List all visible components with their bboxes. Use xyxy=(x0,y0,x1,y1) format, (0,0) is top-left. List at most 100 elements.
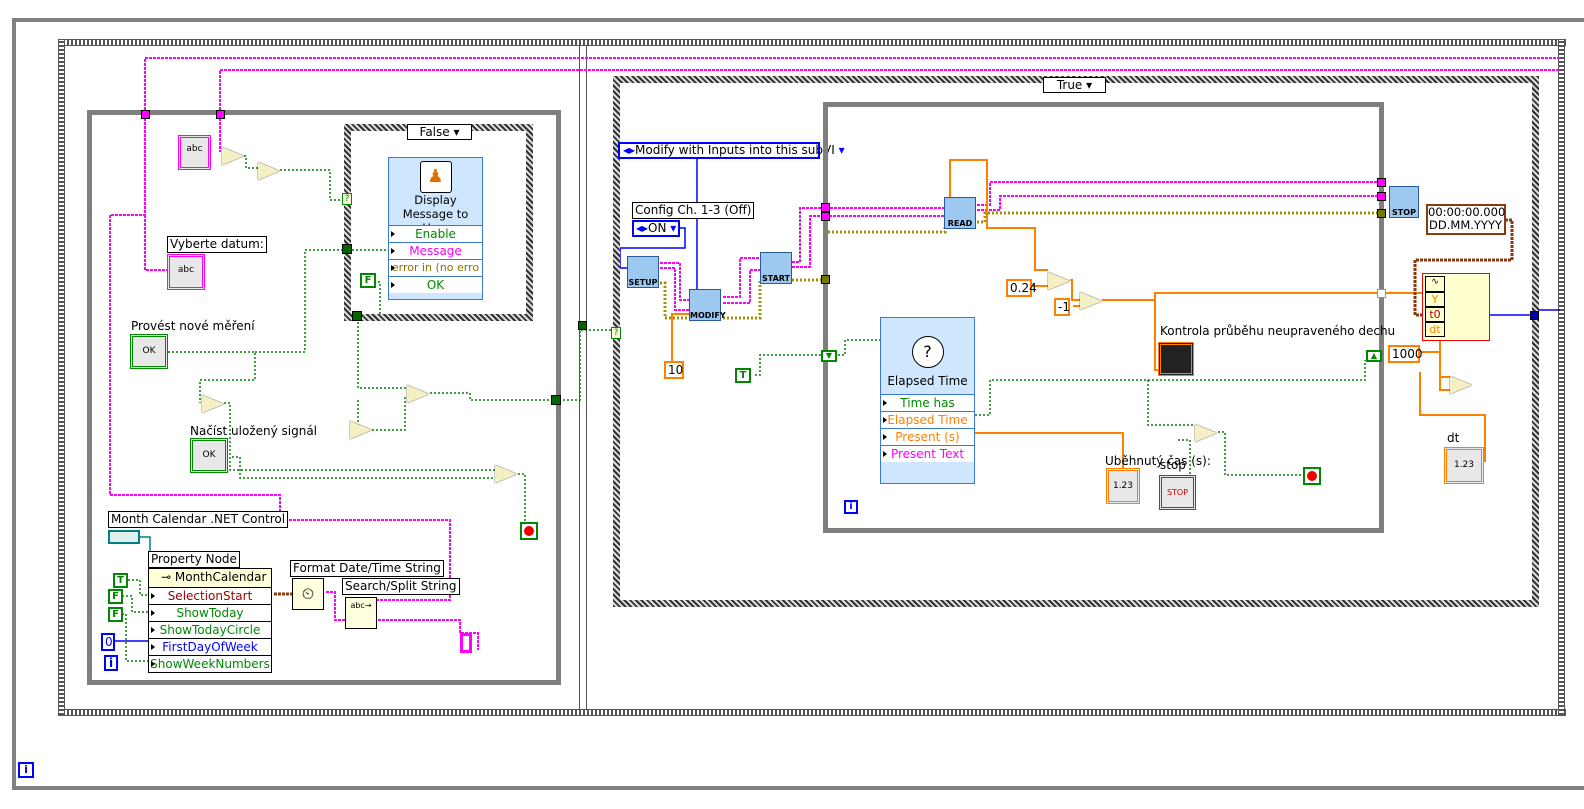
tunnel xyxy=(551,395,561,405)
terminal-message[interactable]: Message xyxy=(389,242,482,259)
enum-value: Modify with Inputs into this subVI xyxy=(635,143,835,157)
tunnel xyxy=(342,244,352,254)
string-indicator-small xyxy=(460,633,472,653)
property-showweeknumbers[interactable]: ShowWeekNumbers xyxy=(149,655,271,672)
and-gate xyxy=(407,385,429,403)
format-date-label: Format Date/Time String xyxy=(290,560,444,577)
search-split-icon[interactable]: abc→ xyxy=(345,597,377,629)
elapsed-time-indicator[interactable]: 1.23 xyxy=(1106,468,1140,504)
tunnel xyxy=(821,212,830,221)
not-gate xyxy=(258,162,280,180)
shift-register-right: ▲ xyxy=(1366,350,1382,362)
start-subvi[interactable]: START xyxy=(760,252,792,284)
multiply xyxy=(1048,272,1070,290)
stop-label: stop xyxy=(1160,458,1186,472)
or-gate xyxy=(202,395,224,413)
dt-label: dt xyxy=(1447,431,1460,445)
property-showtoday[interactable]: ShowToday xyxy=(149,604,271,621)
false-constant[interactable]: F xyxy=(108,607,123,622)
dbl-constant-neg1[interactable]: -1 xyxy=(1054,298,1070,316)
tunnel xyxy=(1530,311,1539,320)
tunnel xyxy=(216,110,225,119)
terminal-error-in[interactable]: error in (no erro xyxy=(389,259,482,276)
true-constant[interactable]: T xyxy=(113,573,128,588)
terminal-enable[interactable]: Enable xyxy=(389,225,482,242)
loop-stop-terminal xyxy=(520,522,538,540)
divide xyxy=(1450,376,1472,394)
tunnel xyxy=(1377,192,1386,201)
integer-constant-10[interactable]: 10 xyxy=(664,361,684,379)
terminal-time-has-elapsed[interactable]: Time has Elapse xyxy=(881,394,974,411)
tunnel xyxy=(141,110,150,119)
tunnel xyxy=(578,321,587,330)
true-constant[interactable]: T xyxy=(735,368,751,383)
case-selector-terminal: ? xyxy=(342,193,352,205)
month-calendar-label: Month Calendar .NET Control xyxy=(108,511,289,528)
tunnel xyxy=(821,275,830,284)
property-showtodaycircle[interactable]: ShowTodayCircle xyxy=(149,621,271,638)
class-name: MonthCalendar xyxy=(174,570,267,584)
graph-label: Kontrola průběhu neupraveného dechu xyxy=(1160,324,1396,338)
multiply xyxy=(1080,292,1102,310)
provest-label: Provést nové měření xyxy=(131,319,255,333)
integer-constant[interactable]: 0 xyxy=(101,633,115,651)
empty-string-compare xyxy=(222,147,244,165)
setup-subvi[interactable]: SETUP xyxy=(627,256,659,288)
terminal-ok[interactable]: OK xyxy=(389,276,482,293)
string-control[interactable]: abc xyxy=(178,135,211,170)
iteration-terminal: i xyxy=(104,655,118,671)
or-gate xyxy=(1195,424,1217,442)
tunnel xyxy=(821,203,830,212)
stopwatch-icon: ? xyxy=(911,336,944,368)
build-waveform-dt[interactable]: dt xyxy=(1425,322,1445,337)
shift-register-left: ▼ xyxy=(821,350,837,362)
or-gate xyxy=(495,465,517,483)
loop-stop-terminal xyxy=(1303,467,1321,485)
format-date-clock-icon[interactable]: ⏲ xyxy=(292,578,324,610)
modify-subvi[interactable]: MODIFY xyxy=(689,289,726,321)
property-selectionstart[interactable]: SelectionStart xyxy=(149,587,271,604)
timestamp-date: DD.MM.YYYY xyxy=(1429,218,1502,232)
stop-subvi[interactable]: STOP xyxy=(1389,186,1419,218)
modify-enum-constant[interactable]: ◂▸Modify with Inputs into this subVI ▾ xyxy=(618,142,845,159)
timestamp-constant[interactable]: 00:00:00.000 DD.MM.YYYY xyxy=(1426,204,1506,235)
vyberte-datum-indicator[interactable]: abc xyxy=(167,254,205,290)
case-selector[interactable]: True ▾ xyxy=(1043,77,1106,93)
config-value: ON xyxy=(648,221,667,235)
nacist-button[interactable]: OK xyxy=(190,438,228,473)
case-selector-value: False xyxy=(419,125,450,139)
terminal-present-text[interactable]: Present Text xyxy=(881,445,974,462)
build-waveform-t0[interactable]: t0 xyxy=(1425,307,1445,322)
false-constant[interactable]: F xyxy=(108,589,123,604)
read-subvi[interactable]: READ xyxy=(944,197,976,229)
case-selector-terminal: ? xyxy=(611,327,621,339)
nacist-label: Načíst uložený signál xyxy=(190,424,318,438)
property-node[interactable]: ⊸ MonthCalendar SelectionStart ShowToday… xyxy=(148,568,272,673)
stop-button[interactable]: STOP xyxy=(1159,475,1196,510)
case-selector[interactable]: False ▾ xyxy=(407,124,472,140)
config-enum[interactable]: ◂▸ON ▾ xyxy=(632,220,680,237)
property-firstdayofweek[interactable]: FirstDayOfWeek xyxy=(149,638,271,655)
elapsed-time-node[interactable]: ? Elapsed Time Time has Elapse Elapsed T… xyxy=(880,317,975,484)
property-node-label: Property Node xyxy=(148,551,240,568)
tunnel xyxy=(1377,178,1386,187)
config-label: Config Ch. 1-3 (Off) xyxy=(632,202,755,219)
build-waveform-node[interactable]: ∿ Y t0 dt xyxy=(1422,273,1490,341)
dbl-constant-1000[interactable]: 1000 xyxy=(1388,345,1423,363)
false-constant[interactable]: F xyxy=(360,273,376,288)
dt-indicator[interactable]: 1.23 xyxy=(1444,447,1484,484)
display-message-node[interactable]: ♟ Display Message to User Enable Message… xyxy=(388,157,483,300)
provest-button[interactable]: OK xyxy=(130,334,168,369)
not-gate xyxy=(350,421,372,439)
terminal-present[interactable]: Present (s) xyxy=(881,428,974,445)
elapsed-time-title: Elapsed Time xyxy=(887,374,968,388)
terminal-elapsed-time[interactable]: Elapsed Time (s) xyxy=(881,411,974,443)
search-split-label: Search/Split String xyxy=(342,578,460,595)
month-calendar-refnum[interactable] xyxy=(108,530,140,544)
case-selector-value: True xyxy=(1056,78,1083,92)
build-waveform-y[interactable]: Y xyxy=(1425,292,1445,307)
dbl-constant-0-24[interactable]: 0.24 xyxy=(1006,279,1037,297)
waveform-chart-icon[interactable] xyxy=(1158,342,1194,376)
iteration-terminal: i xyxy=(844,500,858,514)
waveform-icon: ∿ xyxy=(1425,276,1445,292)
